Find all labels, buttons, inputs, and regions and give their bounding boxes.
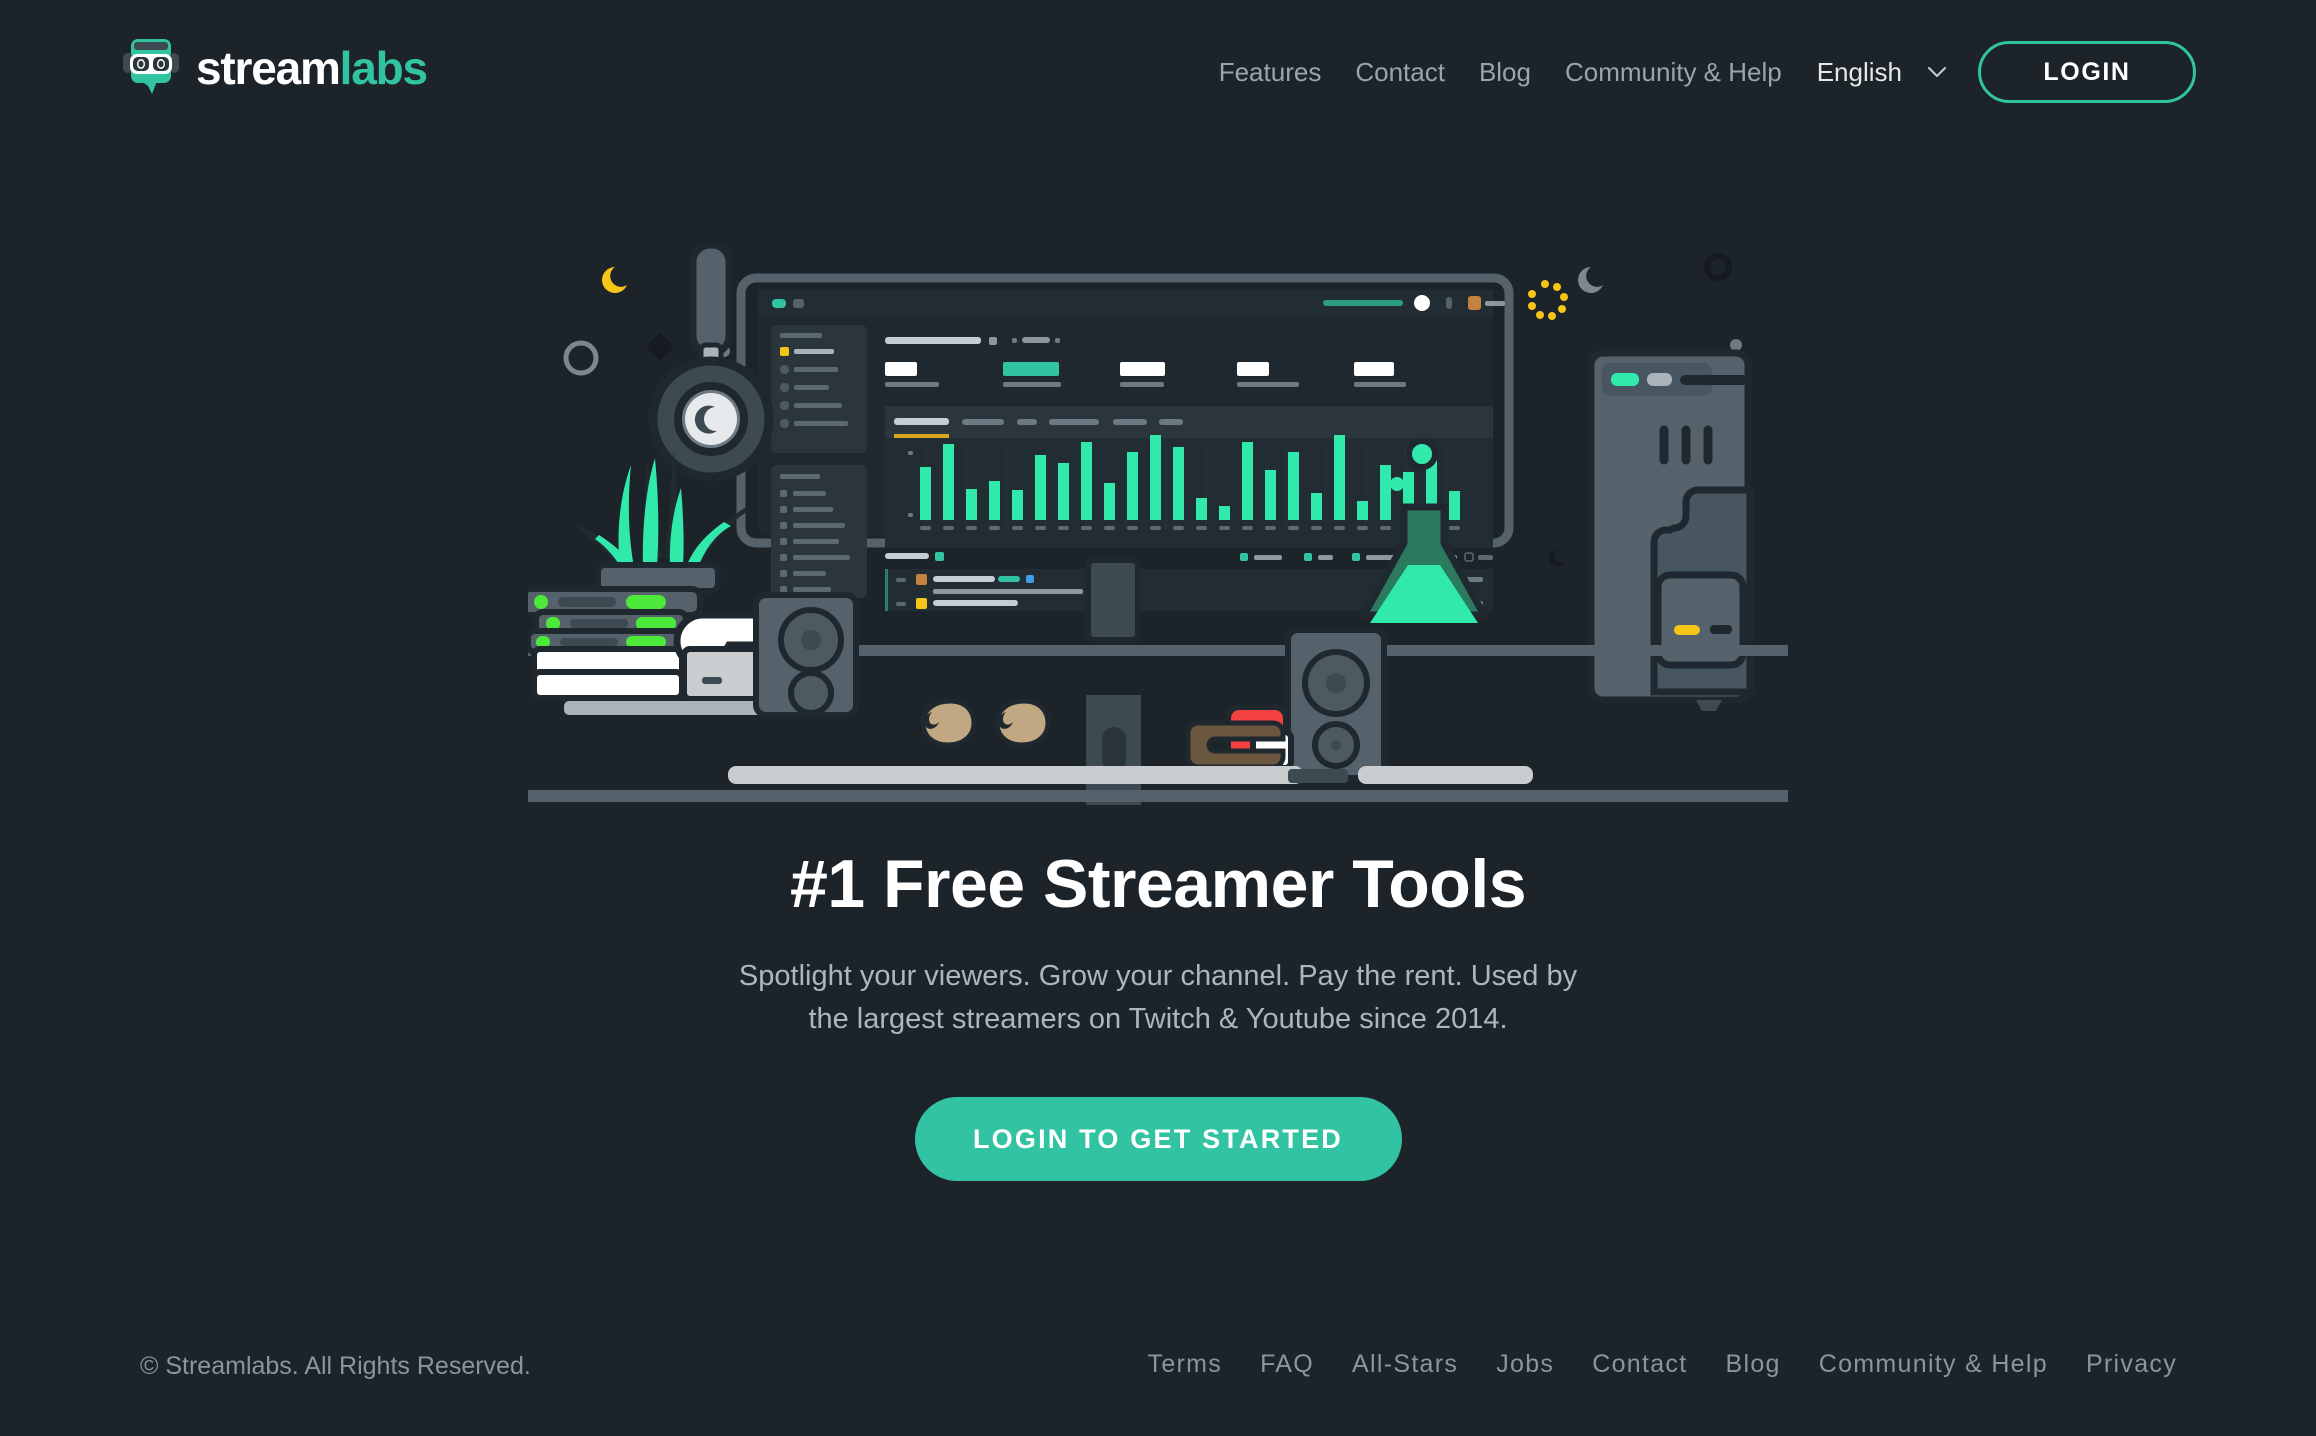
mousepad-strip bbox=[1358, 766, 1533, 784]
desk-speaker-right bbox=[1285, 627, 1387, 781]
main-navigation: Features Contact Blog Community & Help E… bbox=[1202, 36, 2196, 108]
pc-tower bbox=[1587, 349, 1754, 711]
footer-navigation: Terms FAQ All-Stars Jobs Contact Blog Co… bbox=[1129, 1350, 2196, 1379]
brand-name-labs: labs bbox=[339, 42, 428, 94]
login-to-get-started-button[interactable]: LOGIN TO GET STARTED bbox=[914, 1097, 1402, 1181]
gray-circle-icon bbox=[563, 340, 599, 376]
desk-rocks bbox=[920, 698, 1051, 748]
footer-link-community-help[interactable]: Community & Help bbox=[1800, 1350, 2067, 1379]
hero-subtitle: Spotlight your viewers. Grow your channe… bbox=[0, 955, 2316, 1041]
yellow-moon-icon bbox=[602, 267, 627, 293]
dot-icon bbox=[1730, 339, 1742, 351]
nav-link-community-help[interactable]: Community & Help bbox=[1548, 36, 1799, 108]
footer-link-blog[interactable]: Blog bbox=[1706, 1350, 1799, 1379]
keyboard-gap bbox=[1288, 769, 1348, 783]
gray-moon-icon bbox=[1578, 267, 1603, 293]
keyboard-strip bbox=[728, 766, 1303, 784]
nav-link-blog[interactable]: Blog bbox=[1462, 36, 1548, 108]
language-selector[interactable]: English bbox=[1817, 57, 1946, 88]
dark-circle-icon bbox=[1704, 253, 1732, 281]
brand-name-stream: stream bbox=[196, 42, 341, 94]
language-selected-label: English bbox=[1816, 56, 1902, 87]
hero-subtitle-line2: the largest streamers on Twitch & Youtub… bbox=[808, 1002, 1508, 1035]
streamlabs-logo-icon bbox=[123, 39, 179, 94]
footer-link-faq[interactable]: FAQ bbox=[1241, 1350, 1333, 1379]
site-footer: © Streamlabs. All Rights Reserved. Terms… bbox=[0, 1316, 2316, 1436]
stacked-books bbox=[528, 609, 689, 701]
chevron-down-icon bbox=[1928, 66, 1946, 77]
footer-link-privacy[interactable]: Privacy bbox=[2067, 1350, 2196, 1379]
footer-link-all-stars[interactable]: All-Stars bbox=[1333, 1350, 1477, 1379]
desk-speaker-left bbox=[753, 592, 859, 718]
footer-link-jobs[interactable]: Jobs bbox=[1477, 1350, 1573, 1379]
dark-sparkle-icon bbox=[646, 333, 674, 361]
nav-link-features[interactable]: Features bbox=[1202, 36, 1339, 108]
landing-page: streamlabs Features Contact Blog Communi… bbox=[0, 0, 2316, 1436]
site-header: streamlabs Features Contact Blog Communi… bbox=[0, 0, 2316, 142]
login-button[interactable]: LOGIN bbox=[1978, 41, 2196, 103]
page-title: #1 Free Streamer Tools bbox=[789, 846, 1527, 922]
hero-subtitle-line1: Spotlight your viewers. Grow your channe… bbox=[738, 960, 1578, 992]
footer-link-contact[interactable]: Contact bbox=[1573, 1350, 1706, 1379]
copyright-text: © Streamlabs. All Rights Reserved. bbox=[140, 1352, 531, 1380]
yellow-starburst-icon bbox=[1528, 280, 1568, 320]
dark-moon-icon bbox=[1549, 550, 1565, 566]
desk-surface bbox=[528, 790, 1788, 802]
brand-logo[interactable]: streamlabs bbox=[120, 36, 428, 100]
cta-container: LOGIN TO GET STARTED bbox=[0, 1097, 2316, 1181]
brand-wordmark: streamlabs bbox=[196, 42, 428, 94]
footer-link-terms[interactable]: Terms bbox=[1129, 1350, 1242, 1379]
monitor-stand bbox=[1086, 695, 1141, 805]
streamer-desk-illustration bbox=[528, 245, 1788, 805]
nav-link-contact[interactable]: Contact bbox=[1338, 36, 1462, 108]
